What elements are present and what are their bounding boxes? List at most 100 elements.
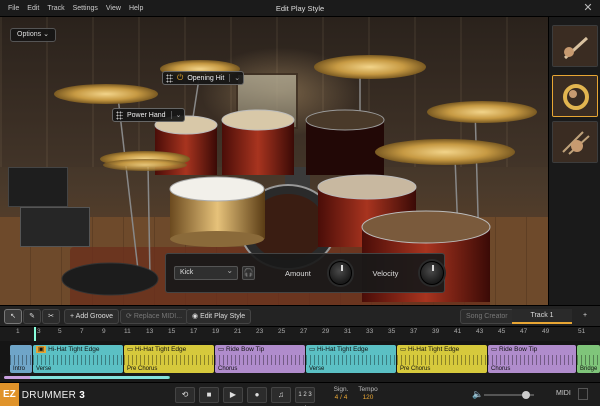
headphones-icon[interactable]: 🎧 <box>242 266 255 280</box>
loop-icon[interactable]: ⟲ <box>175 387 195 403</box>
logo-version: 3 <box>79 389 86 401</box>
tempo-display[interactable]: Tempo 120 <box>356 386 380 404</box>
pointer-tool-icon[interactable]: ↖ <box>4 309 22 324</box>
power-hand-label: Power Hand <box>127 111 166 119</box>
ruler-mark: 35 <box>388 328 396 335</box>
clip-pre-chorus-1[interactable]: ▭ Hi-Hat Tight Edge Pre Chorus <box>124 345 214 373</box>
menu-track[interactable]: Track <box>43 0 68 17</box>
scissors-tool-icon[interactable]: ✂ <box>42 309 60 324</box>
power-icon[interactable]: ⏻ <box>177 73 183 83</box>
clip-verse-1[interactable]: ▣ Hi-Hat Tight Edge Verse <box>33 345 123 373</box>
add-groove-button[interactable]: + Add Groove <box>64 309 120 324</box>
clip-title: ▭ Hi-Hat Tight Edge <box>124 345 214 355</box>
app-logo: EZ DRUMMER 3 <box>0 383 85 406</box>
clip-title: ▭ Ride Bow Tip <box>488 345 576 355</box>
midi-pattern <box>215 355 305 365</box>
instrument-select[interactable]: Kick <box>174 265 239 280</box>
clip-chorus-2[interactable]: ▭ Ride Bow Tip Chorus <box>488 345 576 373</box>
timeline-scrollbar[interactable] <box>0 373 600 382</box>
amount-label: Amount <box>284 268 311 278</box>
stick-option-3[interactable] <box>552 121 598 163</box>
options-label: Options <box>17 31 42 38</box>
logo-ez: EZ <box>0 383 19 406</box>
clip-verse-2[interactable]: ▭ Hi-Hat Tight Edge Verse <box>306 345 396 373</box>
clip-icon: ▭ <box>127 346 135 353</box>
ruler-mark: 41 <box>454 328 462 335</box>
chevron-down-icon[interactable]: ⌄ <box>229 74 240 82</box>
loop-range[interactable] <box>30 376 170 379</box>
menu-file[interactable]: File <box>4 0 23 17</box>
midi-pattern <box>488 355 576 365</box>
drag-handle-icon[interactable] <box>166 73 173 83</box>
menu-view[interactable]: View <box>102 0 125 17</box>
transport-bar: EZ DRUMMER 3 ⟲ ■ ▶ ● ♫ 1 2 3 4 Sign. 4 /… <box>0 382 600 406</box>
tempo-label: Tempo <box>358 386 378 393</box>
clip-title-text: Hi-Hat Tight Edge <box>407 346 460 353</box>
clip-title-text: Hi-Hat Tight Edge <box>134 346 187 353</box>
clip-title-text: Hi-Hat Tight Edge <box>48 346 100 353</box>
volume-handle[interactable] <box>522 391 530 399</box>
drum-stage: Options ⌄ ⏻ Opening Hit ⌄ Power Hand ⌄ K… <box>0 17 548 305</box>
midi-meter <box>578 388 588 400</box>
stick-option-1[interactable] <box>552 25 598 67</box>
velocity-knob[interactable] <box>420 261 445 285</box>
clip-intro[interactable]: Intro <box>10 345 32 373</box>
menu-settings[interactable]: Settings <box>69 0 102 17</box>
volume-slider[interactable] <box>484 391 534 399</box>
clip-chorus-1[interactable]: ▭ Ride Bow Tip Chorus <box>215 345 305 373</box>
clip-section: Pre Chorus <box>127 366 158 372</box>
pencil-tool-icon[interactable]: ✎ <box>23 309 41 324</box>
ruler-mark: 43 <box>476 328 484 335</box>
close-icon[interactable]: ✕ <box>582 2 594 14</box>
playhead[interactable] <box>34 327 36 341</box>
clip-bridge[interactable]: Bridge <box>577 345 600 373</box>
clip-title: ▣ Hi-Hat Tight Edge <box>33 345 123 355</box>
drum-track-lane: Intro ▣ Hi-Hat Tight Edge Verse ▭ Hi-Hat … <box>0 341 600 373</box>
ruler-mark: 3 <box>37 328 41 335</box>
logo-name: DRUMMER 3 <box>19 390 85 401</box>
ruler-mark: 15 <box>168 328 176 335</box>
clip-pre-chorus-2[interactable]: ▭ Hi-Hat Tight Edge Pre Chorus <box>397 345 487 373</box>
stop-icon[interactable]: ■ <box>199 387 219 403</box>
time-signature[interactable]: Sign. 4 / 4 <box>330 386 352 404</box>
options-dropdown[interactable]: Options ⌄ <box>10 28 56 42</box>
speaker-icon[interactable]: 🔈 <box>472 389 483 400</box>
edit-play-style-button[interactable]: ◉ Edit Play Style <box>186 309 252 324</box>
timeline-ruler[interactable]: 1 3 5 7 9 11 13 15 17 19 21 23 25 27 29 … <box>0 327 600 341</box>
ruler-mark: 9 <box>102 328 106 335</box>
tab-track-1[interactable]: Track 1 <box>512 309 572 324</box>
ruler-mark: 7 <box>80 328 84 335</box>
song-toolbar: ↖ ✎ ✂ + Add Groove ⟳ Replace MIDI... ◉ E… <box>0 305 600 327</box>
add-track-icon[interactable]: + <box>576 309 594 324</box>
chevron-down-icon: ⌄ <box>43 31 49 38</box>
ruler-mark: 51 <box>578 328 586 335</box>
clip-section: Intro <box>13 366 26 372</box>
song-creator-label: Song Creator <box>466 313 508 320</box>
midi-pattern <box>306 355 396 365</box>
clip-section: Verse <box>309 366 325 372</box>
record-icon[interactable]: ● <box>247 387 267 403</box>
clip-icon: ▭ <box>309 346 317 353</box>
play-icon[interactable]: ▶ <box>223 387 243 403</box>
song-creator-button[interactable]: Song Creator <box>460 309 514 324</box>
clip-title: ▭ Hi-Hat Tight Edge <box>306 345 396 355</box>
midi-pattern <box>577 355 600 365</box>
folder-icon: ▣ <box>36 346 47 353</box>
amount-knob[interactable] <box>328 261 353 285</box>
metronome-icon[interactable]: ♫ <box>271 387 291 403</box>
logo-name-text: DRUMMER <box>21 389 77 401</box>
replace-midi-button[interactable]: ⟳ Replace MIDI... <box>120 309 189 324</box>
opening-hit-tag[interactable]: ⏻ Opening Hit ⌄ <box>162 71 245 85</box>
ruler-mark: 45 <box>498 328 506 335</box>
power-hand-tag[interactable]: Power Hand ⌄ <box>112 108 186 122</box>
menu-help[interactable]: Help <box>125 0 147 17</box>
count-in-button[interactable]: 1 2 3 4 <box>295 387 315 403</box>
clip-icon: ▭ <box>400 346 408 353</box>
drag-handle-icon[interactable] <box>116 110 123 120</box>
menu-edit[interactable]: Edit <box>23 0 43 17</box>
ruler-mark: 17 <box>190 328 198 335</box>
chevron-down-icon[interactable]: ⌄ <box>170 111 181 119</box>
stick-option-2[interactable] <box>552 75 598 117</box>
clip-icon: ▭ <box>218 346 226 353</box>
clip-section: Chorus <box>491 366 511 372</box>
